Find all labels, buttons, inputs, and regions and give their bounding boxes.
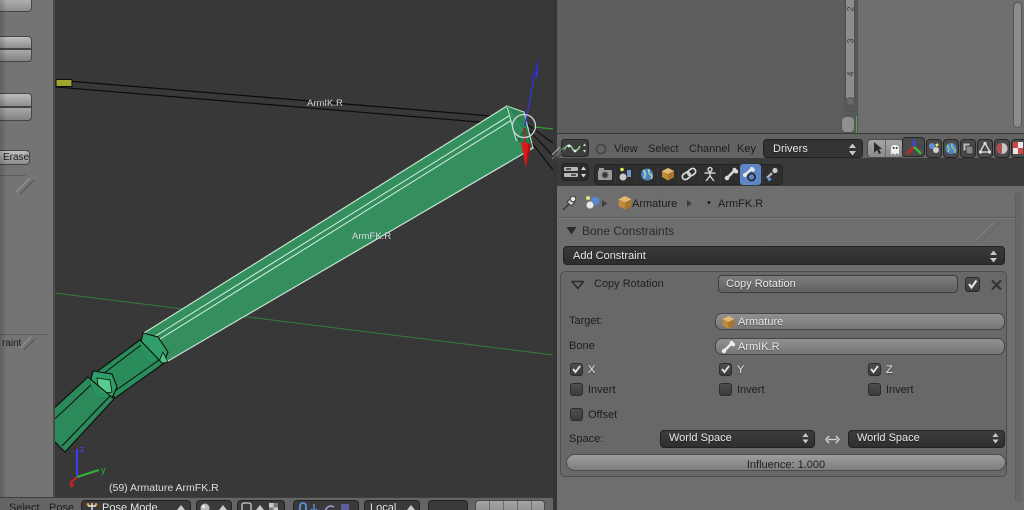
svg-text:y: y	[101, 465, 106, 475]
svg-text:z: z	[80, 444, 85, 454]
svg-text:ArmFK.R: ArmFK.R	[352, 231, 391, 242]
svg-text:ArmIK.R: ArmIK.R	[307, 98, 343, 109]
svg-text:(59) Armature ArmFK.R: (59) Armature ArmFK.R	[109, 482, 219, 494]
